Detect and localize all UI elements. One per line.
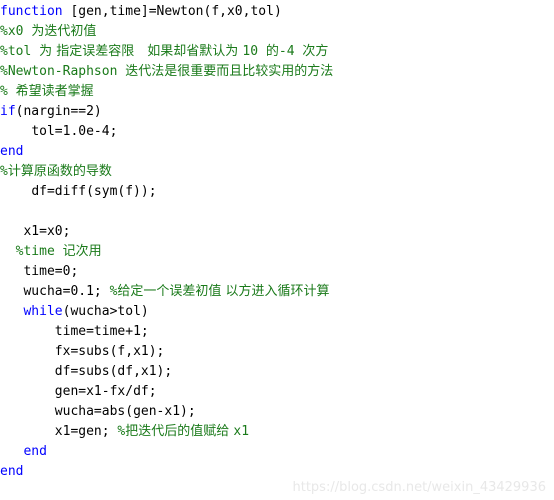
comment-token-cjk: 迭代法是很重要而且比较实用的方法 [125, 64, 334, 79]
code-line: wucha=0.1; %给定一个误差初值 以方进入循环计算 [0, 282, 554, 302]
code-line: time=time+1; [0, 322, 554, 342]
comment-token: %time [15, 244, 63, 259]
code-line: %x0 为迭代初值 [0, 22, 554, 42]
comment-token-cjk: 为迭代初值 [31, 24, 97, 39]
code-token: wucha=0.1; [23, 284, 110, 299]
code-line: end [0, 142, 554, 162]
code-token: (nargin==2) [15, 104, 102, 119]
code-line: wucha=abs(gen-x1); [0, 402, 554, 422]
code-token: tol=1.0e-4; [31, 124, 118, 139]
comment-token: %x0 [0, 24, 32, 39]
keyword-token: if [0, 104, 16, 119]
code-line: %tol 为 指定误差容限 如果却省默认为 10 的-4 次方 [0, 42, 554, 62]
code-listing[interactable]: function [gen,time]=Newton(f,x0,tol) %x0 … [0, 0, 554, 482]
code-token: (wucha>tol) [62, 304, 149, 319]
comment-token-cjk: 希望读者掌握 [15, 84, 94, 99]
code-line: fx=subs(f,x1); [0, 342, 554, 362]
code-line: tol=1.0e-4; [0, 122, 554, 142]
keyword-token: end [0, 144, 24, 159]
code-token: x1=gen; [54, 424, 118, 439]
comment-token: x1 [233, 424, 250, 439]
code-line: x1=gen; %把迭代后的值赋给 x1 [0, 422, 554, 442]
keyword-token: while [23, 304, 63, 319]
comment-token: % [0, 164, 8, 179]
code-token: time=0; [23, 264, 79, 279]
code-token: df=diff(sym(f)); [31, 184, 157, 199]
code-line: time=0; [0, 262, 554, 282]
comment-token-cjk: 次方 [302, 44, 329, 59]
comment-token-cjk: 的 [265, 44, 279, 59]
comment-token: %tol [0, 44, 40, 59]
comment-token: % [0, 84, 16, 99]
code-line: %time 记次用 [0, 242, 554, 262]
code-line: while(wucha>tol) [0, 302, 554, 322]
code-token: wucha=abs(gen-x1); [54, 404, 196, 419]
code-token: x1=x0; [23, 224, 71, 239]
keyword-token: end [0, 464, 24, 479]
code-token: [gen,time]=Newton(f,x0,tol) [62, 4, 282, 19]
keyword-token: function [0, 4, 63, 19]
code-line: df=subs(df,x1); [0, 362, 554, 382]
comment-token: 10 [242, 44, 266, 59]
code-line: end [0, 462, 554, 482]
code-line: x1=x0; [0, 222, 554, 242]
code-token: fx=subs(f,x1); [54, 344, 165, 359]
code-line: df=diff(sym(f)); [0, 182, 554, 202]
comment-token-cjk: 给定一个误差初值 以方进入循环计算 [117, 284, 330, 299]
code-line: %计算原函数的导数 [0, 162, 554, 182]
comment-token-cjk: 计算原函数的导数 [7, 164, 112, 179]
keyword-token: end [23, 444, 47, 459]
watermark-text: https://blog.csdn.net/weixin_43429936 [292, 480, 546, 495]
code-line: end [0, 442, 554, 462]
code-line: function [gen,time]=Newton(f,x0,tol) [0, 2, 554, 22]
code-line: if(nargin==2) [0, 102, 554, 122]
code-token: df=subs(df,x1); [54, 364, 173, 379]
code-token: time=time+1; [54, 324, 149, 339]
code-line: %Newton-Raphson 迭代法是很重要而且比较实用的方法 [0, 62, 554, 82]
comment-token: %Newton-Raphson [0, 64, 126, 79]
comment-token-cjk: 把迭代后的值赋给 [125, 424, 234, 439]
code-token: gen=x1-fx/df; [54, 384, 157, 399]
comment-token: -4 [278, 44, 303, 59]
code-line: gen=x1-fx/df; [0, 382, 554, 402]
comment-token-cjk: 为 指定误差容限 如果却省默认为 [39, 44, 243, 59]
comment-token-cjk: 记次用 [62, 244, 102, 259]
code-line: % 希望读者掌握 [0, 82, 554, 102]
